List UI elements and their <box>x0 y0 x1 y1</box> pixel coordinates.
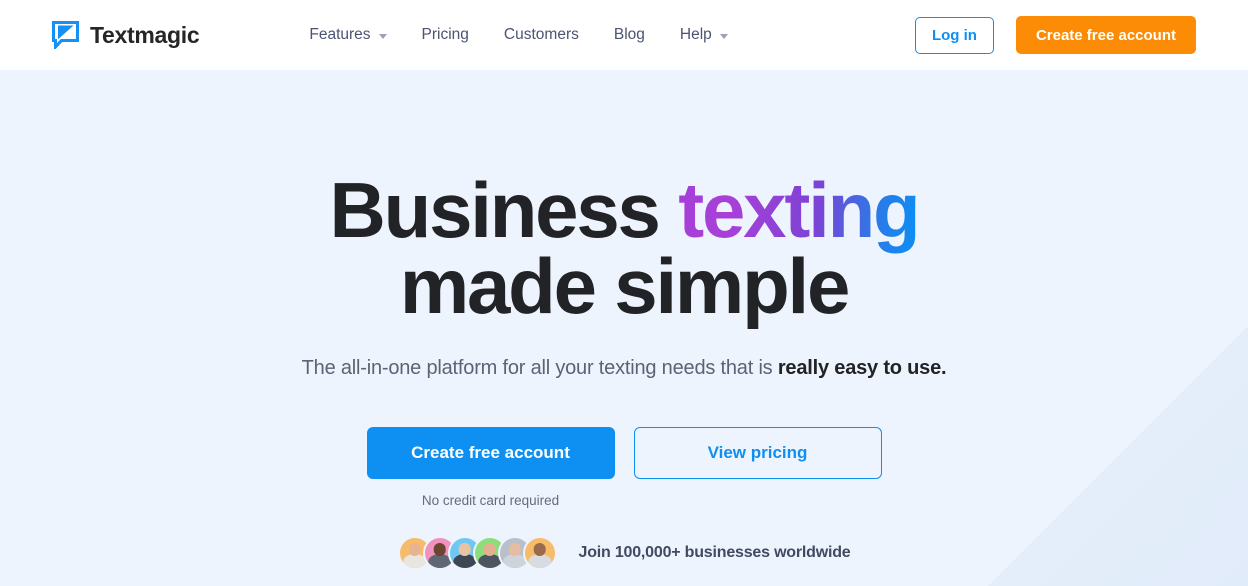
create-free-account-button-hero[interactable]: Create free account <box>366 427 615 480</box>
no-credit-card-note: No credit card required <box>421 493 560 509</box>
login-button[interactable]: Log in <box>914 16 994 54</box>
primary-cta-group: Create free account No credit card requi… <box>366 427 615 509</box>
header-actions: Log in Create free account <box>914 16 1196 54</box>
create-free-account-button-header[interactable]: Create free account <box>1015 16 1196 54</box>
social-proof-text: Join 100,000+ businesses worldwide <box>578 544 851 562</box>
nav-label-help: Help <box>679 26 712 43</box>
headline-part-gradient: texting <box>678 166 920 254</box>
nav-item-features[interactable]: Features <box>309 26 387 44</box>
cta-row: Create free account No credit card requi… <box>0 427 1248 508</box>
headline-part-plain: Business <box>329 166 679 254</box>
chevron-down-icon <box>719 33 728 39</box>
nav-label-pricing: Pricing <box>421 26 469 43</box>
view-pricing-button[interactable]: View pricing <box>633 427 882 480</box>
hero-section: Business texting made simple The all-in-… <box>0 70 1248 586</box>
avatar-group <box>397 536 557 571</box>
brand-logo-link[interactable]: Textmagic <box>52 21 200 49</box>
brand-name: Textmagic <box>90 21 200 48</box>
nav-label-features: Features <box>309 26 371 43</box>
nav-item-help[interactable]: Help <box>680 26 728 44</box>
subtitle-plain: The all-in-one platform for all your tex… <box>301 357 778 380</box>
avatar <box>522 536 557 571</box>
site-header: Textmagic Features Pricing Customers Blo… <box>0 0 1248 70</box>
hero-subtitle: The all-in-one platform for all your tex… <box>0 357 1248 380</box>
speech-bubble-logo-icon <box>52 21 79 49</box>
social-proof: Join 100,000+ businesses worldwide <box>0 536 1248 571</box>
page-title: Business texting made simple <box>0 171 1248 330</box>
nav-item-pricing[interactable]: Pricing <box>422 26 469 44</box>
nav-label-blog: Blog <box>613 26 645 43</box>
nav-label-customers: Customers <box>503 26 579 43</box>
nav-item-blog[interactable]: Blog <box>614 26 645 44</box>
nav-item-customers[interactable]: Customers <box>504 26 579 44</box>
main-navigation: Features Pricing Customers Blog Help <box>309 26 728 44</box>
subtitle-bold: really easy to use. <box>777 357 947 380</box>
chevron-down-icon <box>378 33 387 39</box>
hero-content: Business texting made simple The all-in-… <box>0 70 1248 571</box>
headline-line-2: made simple <box>399 241 851 330</box>
